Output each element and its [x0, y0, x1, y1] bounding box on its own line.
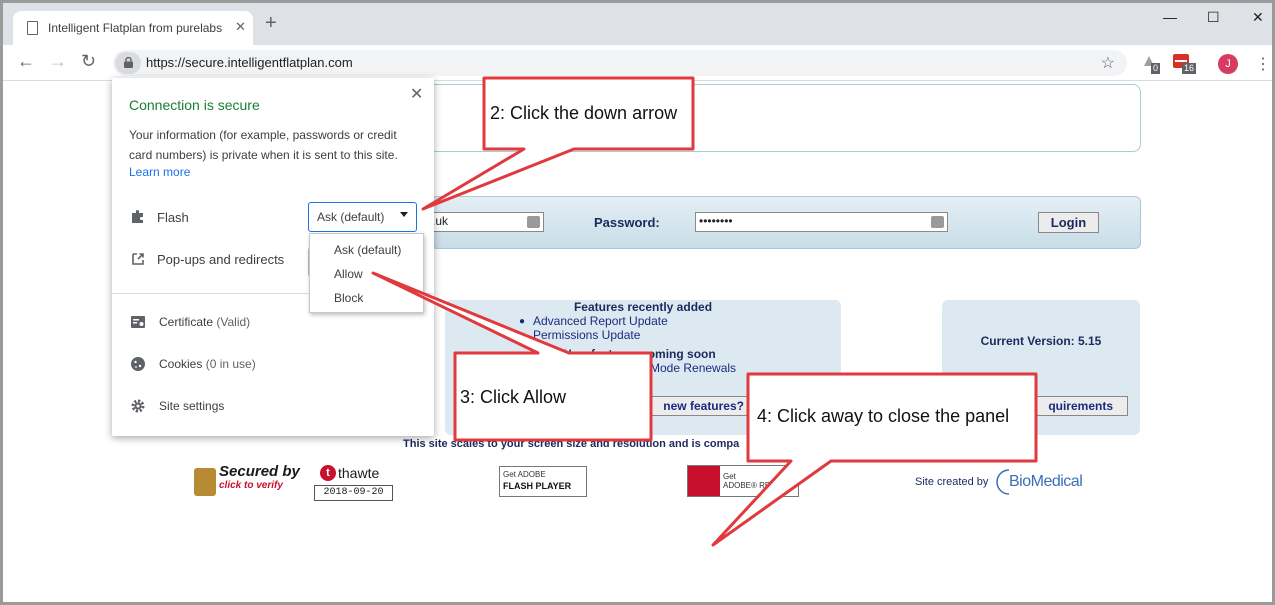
- certificate-label: Certificate: [159, 315, 214, 329]
- get-adobe-reader-badge[interactable]: Get ADOBE® RE: [687, 465, 799, 497]
- username-field[interactable]: .uk: [428, 212, 544, 232]
- password-label: Password:: [594, 215, 660, 230]
- chevron-down-icon[interactable]: [400, 212, 408, 217]
- upcoming-heading: New features coming soon: [563, 347, 716, 361]
- puzzle-icon: [132, 210, 143, 223]
- feature-item: Advanced Report Update: [533, 314, 668, 328]
- adobe-reader-icon: [688, 466, 720, 496]
- external-link-icon: [132, 253, 144, 265]
- site-info-button[interactable]: [115, 52, 141, 74]
- login-button[interactable]: Login: [1038, 212, 1099, 233]
- browser-toolbar: ← → ↻ https://secure.intelligentflatplan…: [3, 45, 1272, 81]
- thawte-seal[interactable]: Secured by t thawte click to verify 2018…: [193, 462, 393, 502]
- page-icon: [27, 21, 38, 35]
- lock-icon: [124, 57, 133, 68]
- upcoming-item: Mode Renewals: [650, 361, 737, 375]
- extension-badge: 0: [1151, 63, 1161, 74]
- tab-close-icon[interactable]: ✕: [235, 19, 246, 35]
- maximize-button[interactable]: ☐: [1207, 9, 1220, 26]
- site-settings-label: Site settings: [159, 399, 225, 413]
- browser-window: Intelligent Flatplan from purelabs ✕ + —…: [0, 0, 1275, 605]
- site-created-label: Site created by: [915, 476, 989, 488]
- requirements-button[interactable]: quirements: [1012, 396, 1128, 416]
- browser-menu-icon[interactable]: ⋮: [1255, 54, 1271, 74]
- flash-get-text: Get ADOBE: [503, 470, 546, 479]
- password-value: ••••••••: [699, 214, 733, 228]
- popups-permission-label: Pop-ups and redirects: [157, 252, 285, 267]
- option-block[interactable]: Block: [334, 291, 363, 305]
- new-tab-button[interactable]: +: [265, 13, 277, 33]
- connection-description: Your information (for example, passwords…: [129, 128, 398, 162]
- username-value: .uk: [432, 214, 449, 228]
- profile-avatar[interactable]: J: [1218, 54, 1238, 74]
- certificate-detail: (Valid): [216, 315, 251, 329]
- gear-icon: [131, 399, 145, 413]
- flash-name-text: FLASH PLAYER: [503, 481, 572, 491]
- callout-2-text: 2: Click the down arrow: [490, 103, 678, 123]
- close-icon[interactable]: ✕: [410, 84, 423, 104]
- reader-name: ADOBE® RE: [723, 481, 771, 490]
- new-features-button[interactable]: new features?: [595, 396, 775, 416]
- bullet-icon: ●: [519, 316, 526, 327]
- certificate-icon: [131, 316, 145, 328]
- extension-icon[interactable]: 0: [1142, 54, 1161, 74]
- url-text: https://secure.intelligentflatplan.com: [146, 55, 353, 70]
- cookie-icon: [131, 357, 145, 371]
- site-settings-item[interactable]: Site settings: [159, 399, 224, 413]
- bullet-icon: ●: [519, 330, 526, 341]
- reload-button[interactable]: ↻: [81, 51, 96, 72]
- thawte-secured-text: Secured by: [219, 463, 300, 480]
- reader-text: Get ADOBE® RE: [723, 472, 770, 490]
- forward-button[interactable]: →: [49, 51, 67, 72]
- cookies-item[interactable]: Cookies (0 in use): [159, 357, 256, 371]
- browser-tab[interactable]: Intelligent Flatplan from purelabs ✕: [13, 11, 253, 45]
- back-button[interactable]: ←: [17, 51, 35, 72]
- bookmark-star-icon[interactable]: ☆: [1101, 53, 1115, 73]
- thawte-logo-icon: t: [320, 465, 336, 481]
- biomedical-logo[interactable]: BioMedical: [995, 468, 1085, 496]
- flash-permission-label: Flash: [157, 210, 189, 225]
- cookies-label: Cookies: [159, 357, 203, 371]
- close-window-button[interactable]: ✕: [1252, 9, 1264, 26]
- tab-strip: Intelligent Flatplan from purelabs ✕ + —…: [3, 3, 1272, 45]
- flash-options-dropdown: Ask (default) Allow Block: [309, 233, 424, 313]
- key-icon: [527, 216, 540, 228]
- certificate-item[interactable]: Certificate (Valid): [159, 315, 250, 329]
- learn-more-link[interactable]: Learn more: [129, 165, 190, 179]
- login-bar: .uk Password: •••••••• Login: [428, 196, 1141, 249]
- connection-title: Connection is secure: [129, 97, 260, 113]
- thawte-verify-link: click to verify: [219, 480, 283, 491]
- scales-notice: This site scales to your screen size and…: [403, 438, 740, 450]
- callout-4-text: 4: Click away to close the panel: [757, 406, 1010, 426]
- get-flash-player-badge[interactable]: Get ADOBE FLASH PLAYER: [499, 466, 587, 497]
- address-bar[interactable]: https://secure.intelligentflatplan.com ☆: [113, 50, 1127, 76]
- feature-item: Permissions Update: [533, 328, 641, 342]
- flash-select-value: Ask (default): [317, 210, 385, 224]
- thawte-brand: thawte: [338, 465, 380, 481]
- padlock-icon: [194, 468, 216, 496]
- password-field[interactable]: ••••••••: [695, 212, 948, 232]
- thawte-date: 2018-09-20: [314, 485, 393, 501]
- tab-title: Intelligent Flatplan from purelabs: [48, 21, 223, 35]
- option-ask-default[interactable]: Ask (default): [334, 243, 401, 257]
- biomedical-text: BioMedical: [1009, 473, 1083, 490]
- key-icon: [931, 216, 944, 228]
- calendar-extension-icon[interactable]: 16: [1173, 54, 1197, 74]
- extension-badge: 16: [1182, 63, 1197, 74]
- version-text: Current Version: 5.15: [980, 334, 1102, 348]
- minimize-button[interactable]: —: [1163, 9, 1177, 25]
- option-allow[interactable]: Allow: [334, 267, 363, 281]
- flash-permission-select[interactable]: Ask (default): [308, 202, 417, 232]
- cookies-detail: (0 in use): [205, 357, 256, 371]
- reader-get: Get: [723, 472, 736, 481]
- callout-3-text: 3: Click Allow: [460, 387, 567, 407]
- features-heading: Features recently added: [573, 300, 713, 314]
